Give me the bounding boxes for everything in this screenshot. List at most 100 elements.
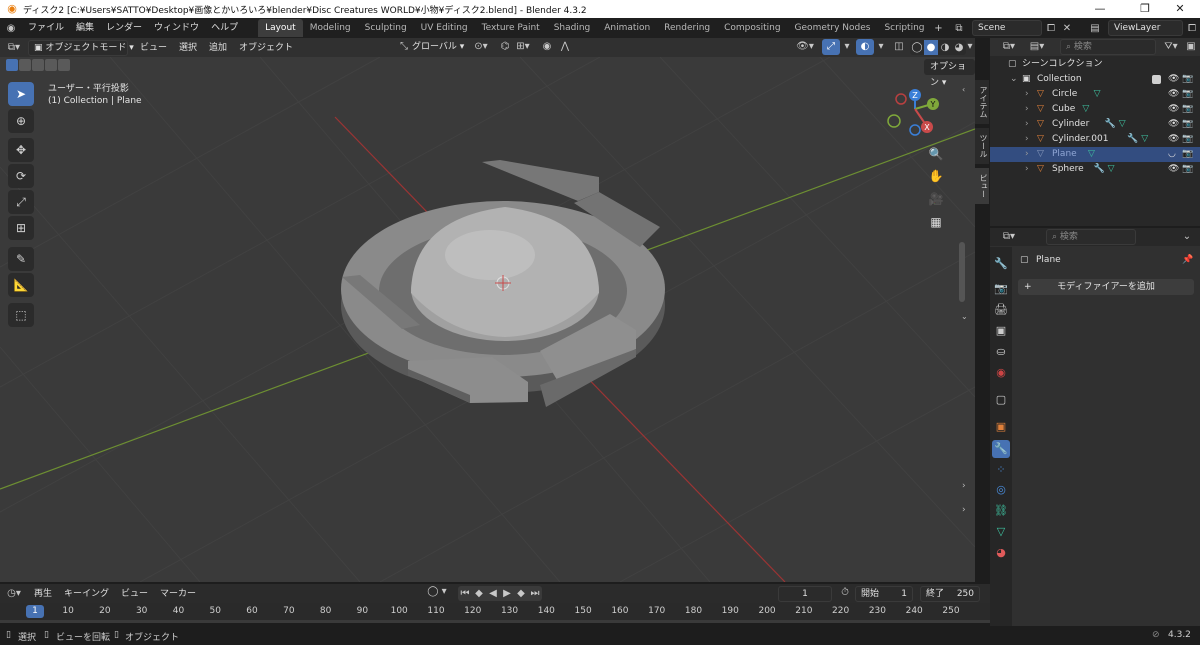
eye-icon[interactable]: 👁	[1168, 87, 1179, 102]
zoom-icon[interactable]: 🔍	[925, 143, 947, 165]
options-button[interactable]: オプション ▾	[924, 59, 975, 88]
chevron-down-icon[interactable]: ⌄	[1010, 72, 1018, 87]
select-subtract-icon[interactable]	[32, 59, 44, 71]
outliner-root[interactable]: ▢ シーンコレクション	[990, 57, 1200, 72]
end-frame-field[interactable]: 終了 250	[920, 586, 980, 602]
annotate-tool[interactable]: ✎	[8, 247, 34, 271]
mesh-data-icon[interactable]: ▽	[1088, 147, 1095, 162]
material-shading-icon[interactable]: ◑	[938, 40, 952, 55]
outliner-search-input[interactable]: ⌕ 検索	[1060, 39, 1156, 55]
scene-properties-icon[interactable]: ⛀	[992, 343, 1010, 361]
maximize-button[interactable]: ❐	[1125, 0, 1165, 18]
select-invert-icon[interactable]	[45, 59, 57, 71]
camera-icon[interactable]: 📷	[1182, 87, 1193, 102]
wrench-icon[interactable]: 🔧	[1105, 117, 1116, 132]
rotate-tool[interactable]: ⟳	[8, 164, 34, 188]
camera-icon[interactable]: 📷	[1182, 102, 1193, 117]
tab-scripting[interactable]: Scripting	[877, 19, 931, 37]
menu-render[interactable]: レンダー	[100, 18, 148, 38]
view-layer-properties-icon[interactable]: ▣	[992, 322, 1010, 340]
editor-type-icon[interactable]: ⧉▾	[998, 231, 1020, 242]
outliner-item[interactable]: › ▽ Sphere 🔧 ▽ 👁 📷	[990, 162, 1200, 177]
tab-texture-paint[interactable]: Texture Paint	[475, 19, 547, 37]
pivot-icon[interactable]: ⊙▾	[472, 41, 490, 52]
camera-icon[interactable]: 📷	[1182, 147, 1193, 162]
xray-icon[interactable]: ◫	[892, 41, 906, 52]
next-keyframe-icon[interactable]: ◆	[514, 586, 528, 601]
pan-hand-icon[interactable]: ✋	[925, 165, 947, 187]
collection-properties-icon[interactable]: ▢	[992, 391, 1010, 409]
outliner-item[interactable]: › ▽ Cube ▽ 👁 📷	[990, 102, 1200, 117]
scene-icon[interactable]: ⧉	[948, 23, 970, 34]
tab-shading[interactable]: Shading	[547, 19, 598, 37]
add-cube-tool[interactable]: ⬚	[8, 303, 34, 327]
properties-search-input[interactable]: ⌕ 検索	[1046, 229, 1136, 245]
chevron-left-icon[interactable]: ‹	[962, 85, 965, 94]
shading-dropdown-icon[interactable]: ▾	[966, 41, 974, 52]
move-tool[interactable]: ✥	[8, 138, 34, 162]
start-frame-field[interactable]: 開始 1	[855, 586, 913, 602]
current-frame-field[interactable]: 1	[778, 586, 832, 602]
scale-tool[interactable]: ⤢	[8, 190, 34, 214]
visibility-icon[interactable]: 👁▾	[796, 41, 814, 52]
close-button[interactable]: ✕	[1160, 0, 1200, 18]
transform-tool[interactable]: ⊞	[8, 216, 34, 240]
gizmo-dropdown-icon[interactable]: ▾	[842, 41, 852, 52]
chevron-right-icon[interactable]: ›	[1025, 162, 1029, 177]
view-layer-icon[interactable]: ▤	[1084, 23, 1106, 34]
measure-tool[interactable]: 📐	[8, 273, 34, 297]
add-workspace-icon[interactable]: +	[932, 23, 946, 34]
overlays-dropdown-icon[interactable]: ▾	[876, 41, 886, 52]
camera-icon[interactable]: 📷	[1182, 162, 1193, 177]
eye-icon[interactable]: 👁	[1168, 102, 1179, 117]
falloff-icon[interactable]: ⋀	[558, 41, 572, 52]
stopwatch-icon[interactable]: ⏱	[838, 587, 852, 598]
sidebar-tab-tool[interactable]: ツール	[975, 128, 989, 164]
tab-modeling[interactable]: Modeling	[303, 19, 358, 37]
outliner-item[interactable]: › ▽ Plane ▽ ◡ 📷	[990, 147, 1200, 162]
select-new-icon[interactable]	[6, 59, 18, 71]
tab-geometry-nodes[interactable]: Geometry Nodes	[788, 19, 878, 37]
timeline-menu-keying[interactable]: キーイング	[58, 584, 115, 604]
add-modifier-button[interactable]: + モディファイアーを追加	[1018, 279, 1194, 295]
outliner-item[interactable]: › ▽ Cylinder 🔧 ▽ 👁 📷	[990, 117, 1200, 132]
wireframe-shading-icon[interactable]: ◯	[910, 40, 924, 55]
transform-orientation-selector[interactable]: グローバル ▾	[412, 39, 464, 56]
particles-properties-icon[interactable]: ⁘	[992, 461, 1010, 479]
select-extend-icon[interactable]	[19, 59, 31, 71]
outliner-item[interactable]: › ▽ Cylinder.001 🔧 ▽ 👁 📷	[990, 132, 1200, 147]
camera-icon[interactable]: 📷	[1182, 72, 1193, 87]
render-properties-icon[interactable]: 📷	[992, 280, 1010, 298]
sidebar-tab-view[interactable]: ビュー	[975, 168, 989, 204]
3d-viewport[interactable]: Z Y X ユーザー・平行投影 (1) Collection | Plane ➤…	[0, 57, 975, 582]
material-properties-icon[interactable]: ◕	[992, 544, 1010, 562]
timeline-menu-marker[interactable]: マーカー	[154, 584, 202, 604]
modifier-properties-icon[interactable]: 🔧	[992, 440, 1010, 458]
proportional-edit-icon[interactable]: ◉	[540, 41, 554, 52]
object-properties-icon[interactable]: ▣	[992, 418, 1010, 436]
eye-icon[interactable]: 👁	[1168, 132, 1179, 147]
mesh-data-icon[interactable]: ▽	[1119, 117, 1126, 132]
tab-animation[interactable]: Animation	[597, 19, 657, 37]
close-icon[interactable]: ✕	[1060, 23, 1074, 34]
view-layer-selector[interactable]: ViewLayer	[1108, 20, 1183, 36]
outliner-collection[interactable]: ⌄ ▣ Collection 👁 📷	[990, 72, 1200, 87]
world-properties-icon[interactable]: ◉	[992, 364, 1010, 382]
mode-selector[interactable]: ▣ オブジェクトモード ▾	[28, 39, 134, 56]
tab-rendering[interactable]: Rendering	[657, 19, 717, 37]
record-icon[interactable]: ◯ ▾	[424, 586, 450, 597]
menu-object[interactable]: オブジェクト	[233, 38, 299, 58]
menu-edit[interactable]: 編集	[70, 18, 100, 38]
scene-selector[interactable]: Scene	[972, 20, 1042, 36]
tab-uv-editing[interactable]: UV Editing	[414, 19, 475, 37]
blender-menu-icon[interactable]: ◉	[0, 23, 22, 34]
tool-properties-icon[interactable]: 🔧	[992, 255, 1010, 273]
chevron-down-icon[interactable]: ⌄	[961, 312, 968, 321]
editor-type-icon[interactable]: ⧉▾	[998, 41, 1020, 52]
chevron-right-icon[interactable]: ›	[1025, 102, 1029, 117]
mesh-data-icon[interactable]: ▽	[1094, 87, 1101, 102]
play-reverse-icon[interactable]: ◀	[486, 586, 500, 601]
physics-properties-icon[interactable]: ◎	[992, 481, 1010, 499]
filter-icon[interactable]: ⛛▾	[1162, 41, 1180, 52]
menu-help[interactable]: ヘルプ	[205, 18, 244, 38]
